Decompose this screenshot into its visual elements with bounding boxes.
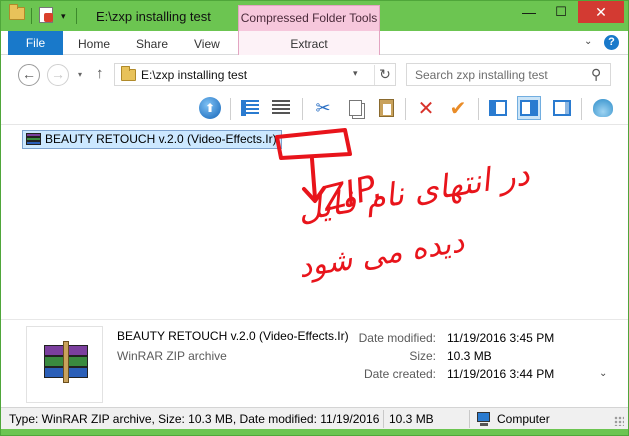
details-view-button[interactable]	[269, 96, 293, 120]
divider	[230, 98, 231, 120]
address-dropdown-icon[interactable]: ▾	[353, 68, 358, 79]
properties-button[interactable]: ✔	[446, 96, 470, 120]
divider	[469, 410, 470, 428]
computer-icon	[477, 412, 490, 426]
details-pane: BEAUTY RETOUCH v.2.0 (Video-Effects.Ir) …	[1, 319, 628, 407]
blue-up-arrow-icon: ⬆	[199, 97, 221, 119]
tab-file[interactable]: File	[8, 31, 63, 55]
date-modified-label: Date modified:	[358, 331, 436, 345]
date-created-value: 11/19/2016 3:44 PM	[447, 367, 555, 381]
details-pane-button[interactable]	[517, 96, 541, 120]
toolbar: ⬆ ✂ ✕ ✔	[1, 93, 628, 125]
navigation-pane-button[interactable]	[486, 96, 510, 120]
list-view-button[interactable]	[238, 96, 262, 120]
preview-pane-button[interactable]	[550, 96, 574, 120]
paste-button[interactable]	[374, 96, 398, 120]
date-created-label: Date created:	[363, 367, 436, 381]
window-title: E:\zxp installing test	[96, 9, 211, 24]
checkmark-icon: ✔	[449, 97, 467, 120]
file-list[interactable]: BEAUTY RETOUCH v.2.0 (Video-Effects.Ir) …	[1, 125, 628, 319]
annotation-persian-line-2: دیده می شود	[296, 224, 467, 285]
back-button[interactable]: ←	[18, 64, 40, 86]
details-file-name: BEAUTY RETOUCH v.2.0 (Video-Effects.Ir)	[117, 329, 349, 343]
divider	[478, 98, 479, 120]
refresh-icon[interactable]: ↻	[374, 65, 395, 85]
recent-locations-chevron-icon[interactable]: ▾	[78, 70, 82, 79]
navigation-bar: ← → ▾ ↑ E:\zxp installing test ▾ ↻ Searc…	[1, 55, 628, 93]
folder-icon	[121, 66, 136, 81]
delete-button[interactable]: ✕	[414, 96, 438, 120]
address-path: E:\zxp installing test	[141, 68, 248, 82]
search-icon[interactable]: ⚲	[591, 66, 601, 83]
shell-button[interactable]	[591, 96, 615, 120]
cut-button[interactable]: ✂	[311, 96, 335, 120]
address-bar[interactable]: E:\zxp installing test ▾ ↻	[114, 63, 396, 86]
status-file-info: Type: WinRAR ZIP archive, Size: 10.3 MB,…	[9, 412, 382, 426]
tab-share[interactable]: Share	[136, 31, 168, 55]
status-location: Computer	[497, 412, 550, 426]
divider	[302, 98, 303, 120]
divider	[31, 8, 32, 24]
scissors-icon: ✂	[315, 97, 331, 118]
size-label: Size:	[409, 349, 436, 363]
title-bar[interactable]: ▾ E:\zxp installing test Compressed Fold…	[1, 1, 628, 31]
preview-pane-icon	[553, 100, 571, 116]
details-pane-icon	[520, 100, 538, 116]
explorer-window: ▾ E:\zxp installing test Compressed Fold…	[0, 0, 629, 436]
properties-icon[interactable]	[39, 7, 53, 23]
expand-details-chevron-icon[interactable]: ⌄	[599, 368, 607, 379]
clipboard-icon	[378, 99, 394, 117]
copy-icon	[348, 100, 362, 116]
maximize-button[interactable]: ☐	[545, 1, 577, 23]
date-modified-value: 11/19/2016 3:45 PM	[447, 331, 555, 345]
handwritten-annotation: ZIP. در انتهای نام فایل دیده می شود	[275, 128, 533, 285]
shell-icon	[593, 99, 613, 117]
folder-icon[interactable]	[9, 4, 25, 20]
annotation-persian-line-1: در انتهای نام فایل	[295, 154, 533, 228]
search-placeholder: Search zxp installing test	[415, 68, 548, 82]
copy-button[interactable]	[343, 96, 367, 120]
red-x-icon: ✕	[417, 97, 435, 120]
status-bar: Type: WinRAR ZIP archive, Size: 10.3 MB,…	[1, 407, 628, 429]
status-size: 10.3 MB	[389, 412, 434, 426]
divider	[405, 98, 406, 120]
quick-access-dropdown-icon[interactable]: ▾	[61, 11, 66, 22]
size-value: 10.3 MB	[447, 349, 492, 363]
tab-home[interactable]: Home	[78, 31, 110, 55]
expand-ribbon-chevron-icon[interactable]: ⌄	[584, 36, 592, 47]
navigation-pane-icon	[489, 100, 507, 116]
divider	[383, 410, 384, 428]
details-icon	[272, 100, 290, 116]
details-file-type: WinRAR ZIP archive	[117, 349, 227, 363]
divider	[76, 8, 77, 24]
minimize-button[interactable]: —	[513, 1, 545, 23]
up-folder-button[interactable]: ⬆	[198, 96, 222, 120]
tab-view[interactable]: View	[194, 31, 220, 55]
contextual-tab-group-label: Compressed Folder Tools	[238, 5, 380, 31]
forward-button[interactable]: →	[47, 64, 69, 86]
list-icon	[241, 100, 259, 116]
file-thumbnail	[26, 326, 103, 403]
winrar-archive-icon	[44, 341, 88, 385]
ribbon-tabs: File Home Share View Extract ⌄ ?	[1, 31, 628, 55]
tab-extract[interactable]: Extract	[238, 31, 380, 55]
close-button[interactable]: ✕	[578, 1, 624, 23]
search-input[interactable]: Search zxp installing test ⚲	[406, 63, 611, 86]
divider	[581, 98, 582, 120]
resize-grip[interactable]	[614, 416, 624, 426]
help-icon[interactable]: ?	[604, 35, 619, 50]
annotation-box	[275, 128, 352, 160]
up-arrow-icon[interactable]: ↑	[96, 65, 104, 82]
